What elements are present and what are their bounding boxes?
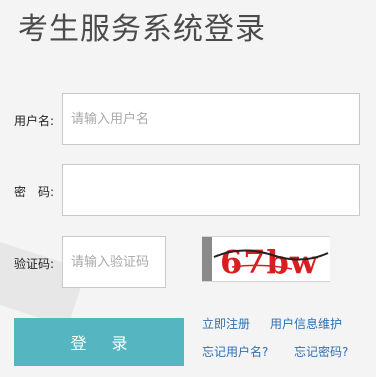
page-title: 考生服务系统登录 (18, 12, 266, 47)
user-info-link[interactable]: 用户信息维护 (270, 315, 342, 332)
login-button[interactable]: 登 录 (14, 318, 184, 366)
captcha-label: 验证码: (14, 257, 55, 271)
password-label: 密 码: (14, 185, 55, 199)
register-link[interactable]: 立即注册 (202, 315, 250, 332)
login-page: 考生服务系统登录 用户名: 密 码: 验证码: 67bw 登 录 立即注册 用户… (0, 0, 376, 377)
username-label: 用户名: (14, 114, 55, 128)
username-input[interactable] (62, 93, 360, 145)
password-input[interactable] (62, 164, 360, 216)
captcha-input[interactable] (62, 236, 166, 288)
forgot-password-link[interactable]: 忘记密码? (294, 343, 348, 360)
captcha-text: 67bw (220, 243, 319, 281)
captcha-image[interactable]: 67bw (202, 236, 330, 282)
forgot-username-link[interactable]: 忘记用户名? (202, 343, 268, 360)
